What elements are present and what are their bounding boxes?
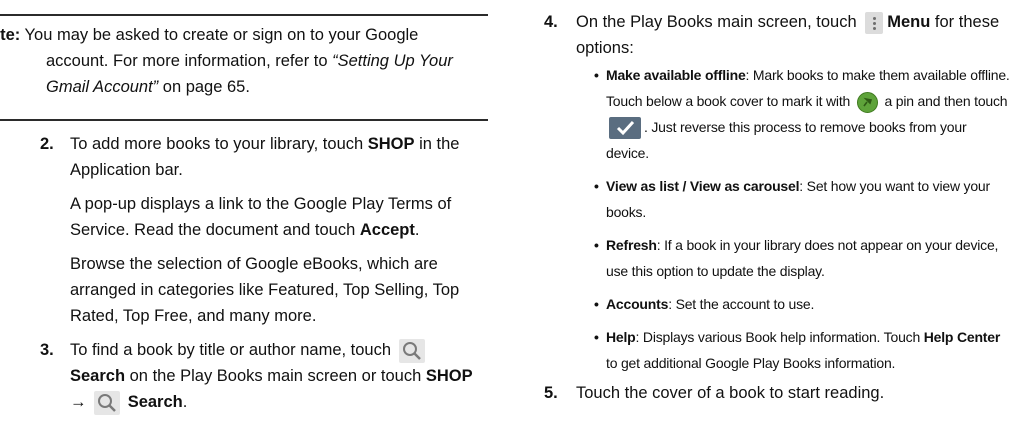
option-term: View as list / View as carousel <box>606 178 800 194</box>
left-column: ote: You may be asked to create or sign … <box>0 0 488 435</box>
step-3-body: To find a book by title or author name, … <box>70 337 488 415</box>
step-2: 2. To add more books to your library, to… <box>0 131 488 335</box>
list-item: • Help: Displays various Book help infor… <box>594 329 1001 371</box>
pin-icon <box>856 91 878 113</box>
step-4-body: On the Play Books main screen, touch Men… <box>576 11 1000 57</box>
options-list: • Make available offline: Mark books to … <box>592 62 1012 383</box>
step-4: 4. On the Play Books main screen, touch … <box>528 9 1012 69</box>
list-item: • Make available offline: Mark books to … <box>594 67 1010 161</box>
search-icon <box>94 390 121 415</box>
option-term: Make available offline <box>606 67 746 83</box>
step-5: 5. Touch the cover of a book to start re… <box>528 380 1012 410</box>
list-item: • Accounts: Set the account to use. <box>594 296 815 312</box>
list-item: • View as list / View as carousel: Set h… <box>594 178 990 220</box>
note-bottom-rule <box>0 119 488 121</box>
step-2-paragraph-3: Browse the selection of Google eBooks, w… <box>70 255 460 325</box>
search-icon <box>398 338 425 363</box>
shop-label: SHOP <box>367 135 415 153</box>
shop-label: SHOP <box>425 367 473 385</box>
note-label: ote: <box>0 26 21 44</box>
checkmark-icon <box>609 117 641 140</box>
option-term: Refresh <box>606 237 657 253</box>
note-text: ote: You may be asked to create or sign … <box>0 22 480 100</box>
menu-label: Menu <box>887 13 931 31</box>
step-number: 5. <box>544 384 558 402</box>
step-number: 2. <box>40 135 54 153</box>
step-5-text: Touch the cover of a book to start readi… <box>576 384 885 402</box>
arrow-glyph: → <box>70 393 87 411</box>
note-line-2: account. For more information, refer to <box>46 52 333 70</box>
step-2-paragraph-2: A pop-up displays a link to the Google P… <box>70 195 452 239</box>
step-2-body: To add more books to your library, touch… <box>70 131 488 329</box>
step-2-paragraph-1: To add more books to your library, touch… <box>70 135 460 179</box>
step-number: 3. <box>40 341 54 359</box>
note-reference-page: on page 65. <box>158 78 250 96</box>
search-label: Search <box>70 367 126 385</box>
note-line-1: You may be asked to create or sign on to… <box>20 26 419 44</box>
right-column: 4. On the Play Books main screen, touch … <box>528 0 1012 435</box>
step-number: 4. <box>544 13 558 31</box>
menu-icon <box>865 11 884 34</box>
help-center-label: Help Center <box>923 329 1001 345</box>
accept-label: Accept <box>359 221 415 239</box>
note-top-rule <box>0 14 488 16</box>
step-3: 3. To find a book by title or author nam… <box>0 337 488 435</box>
option-term: Accounts <box>606 296 669 312</box>
list-item: • Refresh: If a book in your library doe… <box>594 237 999 279</box>
option-term: Help <box>606 329 636 345</box>
search-label: Search <box>127 393 183 411</box>
